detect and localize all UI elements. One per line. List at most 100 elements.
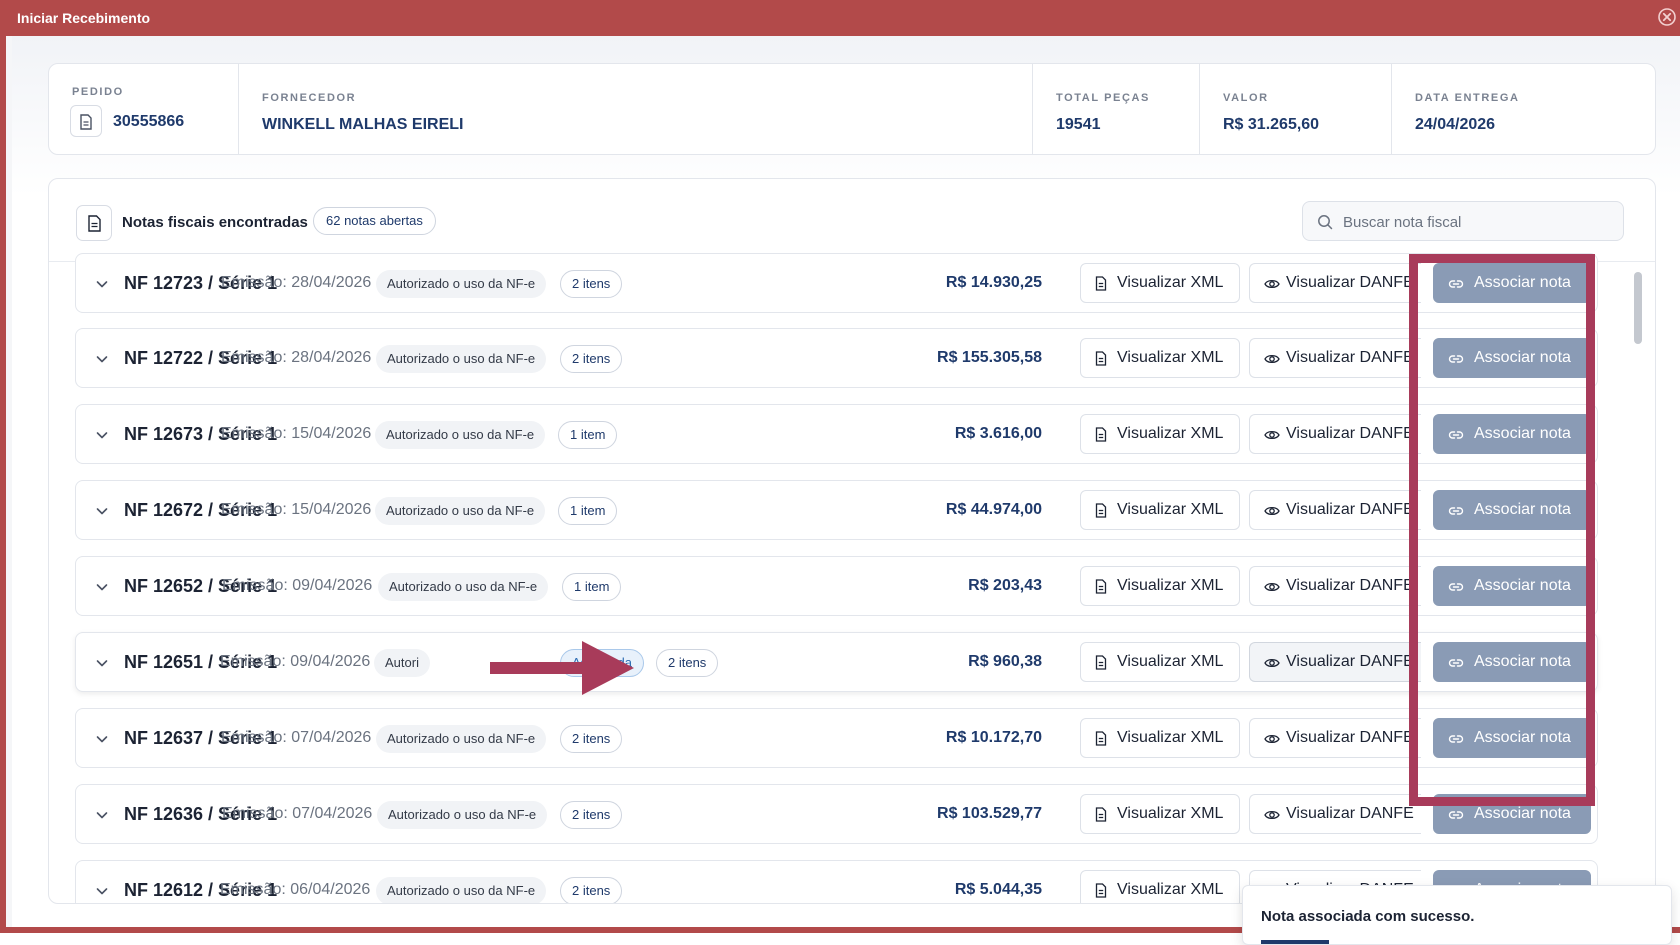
view-danfe-label: Visualizar DANFE (1286, 274, 1414, 291)
search-input[interactable] (1343, 211, 1613, 233)
panel-header: Notas fiscais encontradas 62 notas abert… (49, 179, 1655, 262)
note-emission-date: Emissão: 28/04/2026 (221, 349, 372, 366)
fornecedor-value: WINKELL MALHAS EIRELI (262, 116, 464, 133)
view-danfe-button[interactable]: Visualizar DANFE (1249, 263, 1421, 303)
note-row[interactable]: NF 12723 / Série 1 Emissão: 28/04/2026 Aut… (75, 253, 1598, 313)
view-xml-button[interactable]: Visualizar XML (1080, 263, 1240, 303)
valor-label: VALOR (1223, 92, 1269, 104)
note-status-badge: Autorizado o uso da NF-e (375, 421, 546, 449)
view-xml-button[interactable]: Visualizar XML (1080, 414, 1240, 454)
chevron-down-icon[interactable] (94, 427, 110, 443)
view-xml-button[interactable]: Visualizar XML (1080, 490, 1240, 530)
note-items-badge: 1 item (558, 497, 618, 525)
note-items-badge: 1 item (558, 421, 618, 449)
view-xml-button[interactable]: Visualizar XML (1080, 870, 1240, 903)
note-status-badge: Autorizado o uso da NF-e (376, 725, 547, 753)
view-danfe-button[interactable]: Visualizar DANFE (1249, 414, 1421, 454)
eye-icon (1264, 658, 1280, 668)
view-xml-button[interactable]: Visualizar XML (1080, 566, 1240, 606)
view-xml-button[interactable]: Visualizar XML (1080, 338, 1240, 378)
eye-icon (1264, 279, 1280, 289)
chevron-down-icon[interactable] (94, 731, 110, 747)
panel-title: Notas fiscais encontradas (122, 214, 308, 231)
dialog-window: Iniciar Recebimento PEDIDO 30555866 FORN… (0, 0, 1680, 945)
view-xml-label: Visualizar XML (1117, 881, 1224, 898)
view-danfe-button[interactable]: Visualizar DANFE (1249, 642, 1421, 682)
summary-fornecedor: FORNECEDOR WINKELL MALHAS EIRELI (239, 64, 1033, 154)
view-danfe-button[interactable]: Visualizar DANFE (1249, 338, 1421, 378)
note-status-badge: Autorizado o uso da NF-e (377, 801, 548, 829)
total-pecas-value: 19541 (1056, 116, 1101, 133)
document-icon (1095, 276, 1107, 291)
view-danfe-label: Visualizar DANFE (1286, 501, 1414, 518)
view-xml-button[interactable]: Visualizar XML (1080, 794, 1240, 834)
view-danfe-button[interactable]: Visualizar DANFE (1249, 490, 1421, 530)
view-danfe-label: Visualizar DANFE (1286, 729, 1414, 746)
note-status-badge: Autorizado o uso da NF-e (376, 270, 547, 298)
note-value: R$ 155.305,58 (937, 349, 1042, 366)
note-emission-date: Emissão: 15/04/2026 (221, 425, 372, 442)
view-xml-label: Visualizar XML (1117, 425, 1224, 442)
scrollbar-thumb[interactable] (1634, 272, 1642, 344)
note-emission-date: Emissão: 06/04/2026 (220, 881, 371, 898)
note-row[interactable]: NF 12637 / Série 1 Emissão: 07/04/2026 Aut… (75, 708, 1598, 768)
order-summary: PEDIDO 30555866 FORNECEDOR WINKELL MALHA… (48, 63, 1656, 155)
chevron-down-icon[interactable] (94, 276, 110, 292)
note-items-badge: 2 itens (560, 270, 623, 298)
note-row[interactable]: NF 12636 / Série 1 Emissão: 07/04/2026 Aut… (75, 784, 1598, 844)
view-xml-label: Visualizar XML (1117, 577, 1224, 594)
note-emission-date: Emissão: 07/04/2026 (222, 805, 373, 822)
view-danfe-label: Visualizar DANFE (1286, 577, 1414, 594)
note-row[interactable]: NF 12722 / Série 1 Emissão: 28/04/2026 Aut… (75, 328, 1598, 388)
search-box[interactable] (1302, 201, 1624, 241)
close-icon[interactable] (1658, 8, 1676, 26)
summary-data-entrega: DATA ENTREGA 24/04/2026 (1392, 64, 1655, 154)
view-danfe-label: Visualizar DANFE (1286, 805, 1414, 822)
data-entrega-value: 24/04/2026 (1415, 116, 1496, 133)
success-toast: Nota associada com sucesso. (1242, 885, 1672, 945)
note-value: R$ 14.930,25 (945, 274, 1042, 291)
document-icon (76, 205, 112, 241)
view-xml-button[interactable]: Visualizar XML (1080, 642, 1240, 682)
chevron-down-icon[interactable] (94, 351, 110, 367)
note-value: R$ 10.172,70 (945, 729, 1042, 746)
note-row[interactable]: NF 12652 / Série 1 Emissão: 09/04/2026 Aut… (75, 556, 1598, 616)
chevron-down-icon[interactable] (94, 883, 110, 899)
note-emission-date: Emissão: 15/04/2026 (221, 501, 372, 518)
view-xml-button[interactable]: Visualizar XML (1080, 718, 1240, 758)
associate-note-label: Associar nota (1474, 805, 1571, 822)
scrollbar[interactable] (1631, 263, 1643, 903)
view-danfe-button[interactable]: Visualizar DANFE (1249, 718, 1421, 758)
document-icon (1095, 503, 1107, 518)
valor-value: R$ 31.265,60 (1223, 116, 1320, 133)
summary-valor: VALOR R$ 31.265,60 (1200, 64, 1392, 154)
toast-message: Nota associada com sucesso. (1261, 908, 1475, 925)
document-icon (1095, 351, 1107, 366)
document-icon (1095, 427, 1107, 442)
document-icon (70, 105, 102, 137)
eye-icon (1264, 354, 1280, 364)
chevron-down-icon[interactable] (94, 579, 110, 595)
chevron-down-icon[interactable] (94, 503, 110, 519)
view-danfe-button[interactable]: Visualizar DANFE (1249, 566, 1421, 606)
chevron-down-icon[interactable] (94, 807, 110, 823)
note-value: R$ 3.616,00 (954, 425, 1042, 442)
chevron-down-icon[interactable] (94, 655, 110, 671)
view-xml-label: Visualizar XML (1117, 653, 1224, 670)
note-row[interactable]: NF 12651 / Série 1 Emissão: 09/04/2026 Aut… (75, 632, 1598, 692)
note-items-badge: 2 itens (560, 877, 623, 903)
eye-icon (1264, 734, 1280, 744)
document-icon (1095, 579, 1107, 594)
pedido-value: 30555866 (113, 113, 185, 130)
title-bar: Iniciar Recebimento (6, 0, 1680, 36)
document-icon (1095, 655, 1107, 670)
note-items-badge: 2 itens (560, 725, 623, 753)
note-emission-date: Emissão: 09/04/2026 (222, 577, 373, 594)
note-row[interactable]: NF 12672 / Série 1 Emissão: 15/04/2026 Aut… (75, 480, 1598, 540)
eye-icon (1264, 810, 1280, 820)
view-danfe-button[interactable]: Visualizar DANFE (1249, 794, 1421, 834)
note-emission-date: Emissão: 28/04/2026 (221, 274, 372, 291)
note-emission-date: Emissão: 07/04/2026 (221, 729, 372, 746)
note-value: R$ 103.529,77 (937, 805, 1042, 822)
note-row[interactable]: NF 12673 / Série 1 Emissão: 15/04/2026 Aut… (75, 404, 1598, 464)
